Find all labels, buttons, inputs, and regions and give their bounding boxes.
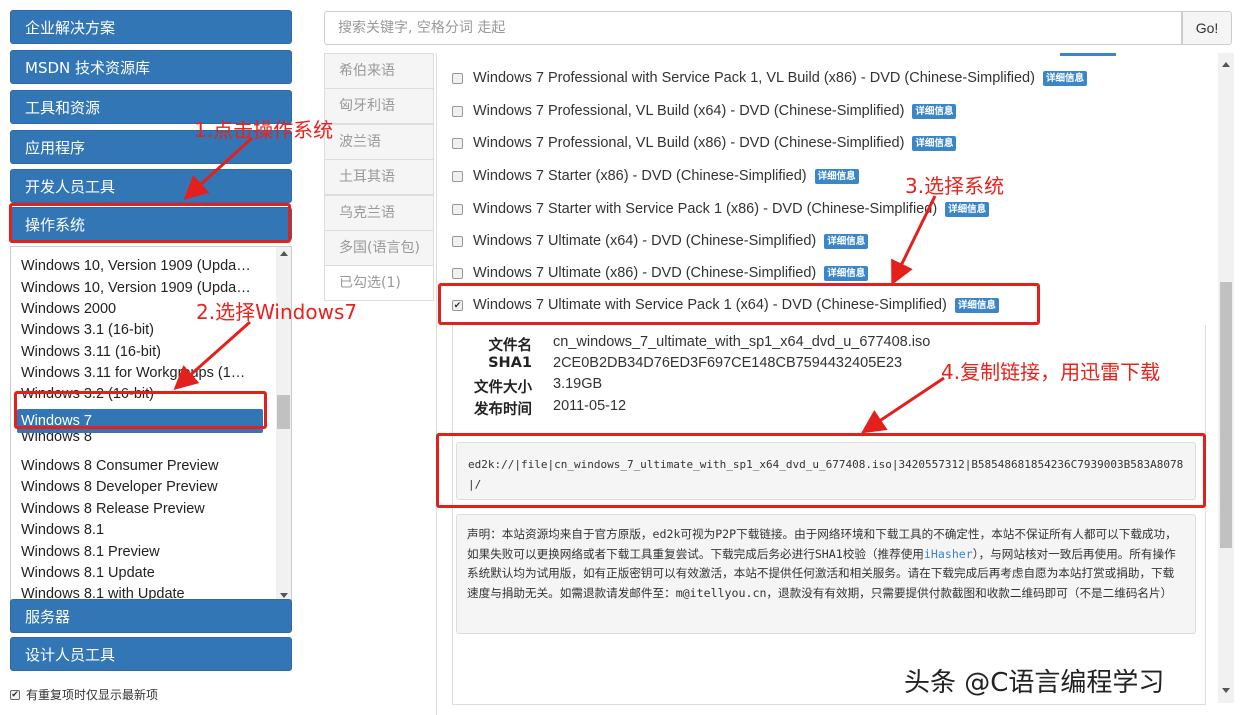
product-checkbox[interactable] — [452, 105, 463, 117]
filesize-value: 3.19GB — [553, 376, 603, 392]
language-item-hebrew[interactable]: 希伯来语 — [324, 53, 434, 89]
language-item-hungarian[interactable]: 匈牙利语 — [324, 88, 434, 124]
os-list-item[interactable]: Windows 3.11 (16-bit) — [21, 342, 277, 363]
search-go-button[interactable]: Go! — [1182, 11, 1232, 45]
product-row[interactable]: Windows 7 Ultimate (x86) - DVD (Chinese-… — [452, 262, 869, 284]
scroll-up-arrow-icon[interactable] — [280, 251, 288, 256]
annotation-step4: 4.复制链接，用迅雷下载 — [941, 360, 1161, 384]
os-list-item[interactable]: Windows 8 — [21, 433, 277, 447]
filename-label: 文件名 — [488, 338, 533, 354]
os-list-item[interactable]: Windows 8.1 — [21, 520, 277, 541]
product-name[interactable]: Windows 7 Starter with Service Pack 1 (x… — [473, 201, 937, 217]
ihasher-link[interactable]: iHasher — [924, 547, 973, 561]
annotation-box-product — [438, 283, 1040, 325]
details-badge[interactable]: 详细信息 — [912, 103, 957, 119]
disclaimer-notice: 声明：本站资源均来自于官方原版，ed2k可视为P2P下载链接。由于网络环境和下载… — [456, 514, 1196, 634]
product-checkbox[interactable] — [452, 203, 463, 215]
sidebar-item-enterprise-solutions[interactable]: 企业解决方案 — [10, 10, 292, 44]
filesize-label: 文件大小 — [474, 380, 532, 396]
product-checkbox[interactable] — [452, 267, 463, 279]
details-badge[interactable]: 详细信息 — [824, 265, 869, 281]
os-list-item[interactable]: Windows 8.1 Update — [21, 563, 277, 584]
os-list-item[interactable]: Windows 10, Version 1909 (Upda… — [21, 256, 277, 277]
sidebar-item-msdn-library[interactable]: MSDN 技术资源库 — [10, 50, 292, 84]
product-row[interactable]: Windows 7 Professional with Service Pack… — [452, 67, 1087, 89]
product-name[interactable]: Windows 7 Ultimate (x86) - DVD (Chinese-… — [473, 265, 816, 281]
show-latest-only-label: 有重复项时仅显示最新项 — [26, 688, 159, 702]
annotation-step3: 3.选择系统 — [905, 174, 1005, 198]
os-list-scroll-thumb[interactable] — [277, 395, 290, 429]
watermark: 头条 @C语言编程学习 — [904, 668, 1165, 698]
product-name[interactable]: Windows 7 Professional, VL Build (x64) -… — [473, 103, 904, 119]
product-row[interactable]: Windows 7 Starter with Service Pack 1 (x… — [452, 198, 990, 220]
os-list-item[interactable]: Windows 8 Release Preview — [21, 499, 277, 520]
product-name[interactable]: Windows 7 Ultimate (x64) - DVD (Chinese-… — [473, 233, 816, 249]
product-list-scroll-thumb[interactable] — [1220, 282, 1232, 548]
annotation-box-os — [9, 203, 291, 243]
product-name[interactable]: Windows 7 Starter (x86) - DVD (Chinese-S… — [473, 168, 807, 184]
language-item-polish[interactable]: 波兰语 — [324, 124, 434, 160]
product-row[interactable]: Windows 7 Starter (x86) - DVD (Chinese-S… — [452, 165, 859, 187]
product-name[interactable]: Windows 7 Professional with Service Pack… — [473, 70, 1035, 86]
details-badge[interactable]: 详细信息 — [912, 135, 957, 151]
details-badge[interactable]: 详细信息 — [814, 168, 859, 184]
os-list-item[interactable]: Windows 8 Consumer Preview — [21, 456, 277, 477]
os-list-item[interactable]: Windows 8.1 Preview — [21, 542, 277, 563]
details-badge[interactable]: 详细信息 — [945, 201, 990, 217]
os-list-item[interactable]: Windows 8 Developer Preview — [21, 477, 277, 498]
sha1-label: SHA1 — [488, 355, 532, 371]
product-row[interactable]: Windows 7 Professional, VL Build (x86) -… — [452, 132, 957, 154]
product-checkbox[interactable] — [452, 235, 463, 247]
annotation-box-ed2k — [436, 433, 1206, 508]
filename-value: cn_windows_7_ultimate_with_sp1_x64_dvd_u… — [553, 334, 931, 350]
language-item-multilanguage[interactable]: 多国(语言包) — [324, 230, 434, 266]
show-latest-only-option[interactable]: ✔ 有重复项时仅显示最新项 — [10, 686, 158, 703]
show-latest-only-checkbox[interactable]: ✔ — [10, 689, 20, 700]
language-item-ukrainian[interactable]: 乌克兰语 — [324, 195, 434, 231]
release-date-value: 2011-05-12 — [553, 398, 627, 414]
release-date-label: 发布时间 — [474, 402, 532, 418]
details-badge[interactable]: 详细信息 — [1042, 70, 1087, 86]
sidebar-item-designer-tools[interactable]: 设计人员工具 — [10, 637, 292, 671]
os-list-item[interactable]: Windows 3.11 for Workgroups (1… — [21, 363, 277, 384]
product-row[interactable]: Windows 7 Professional, VL Build (x64) -… — [452, 100, 957, 122]
scroll-down-arrow-icon[interactable] — [280, 593, 288, 598]
details-badge[interactable]: 详细信息 — [824, 233, 869, 249]
product-row[interactable]: Windows 7 Ultimate (x64) - DVD (Chinese-… — [452, 230, 869, 252]
annotation-box-windows7 — [14, 391, 267, 429]
product-name[interactable]: Windows 7 Professional, VL Build (x86) -… — [473, 135, 904, 151]
scroll-down-arrow-icon[interactable] — [1222, 688, 1230, 693]
sidebar-item-servers[interactable]: 服务器 — [10, 599, 292, 633]
sha1-value: 2CE0B2DB34D76ED3F697CE148CB7594432405E23 — [553, 355, 903, 371]
scroll-up-arrow-icon[interactable] — [1222, 62, 1230, 67]
product-checkbox[interactable] — [452, 137, 463, 149]
search-input[interactable]: 搜索关键字, 空格分词 走起 — [324, 11, 1182, 45]
previous-badge-edge — [1060, 53, 1116, 56]
annotation-step2: 2.选择Windows7 — [196, 300, 358, 324]
sidebar-item-developer-tools[interactable]: 开发人员工具 — [10, 169, 292, 203]
product-checkbox[interactable] — [452, 72, 463, 84]
language-item-turkish[interactable]: 土耳其语 — [324, 159, 434, 195]
annotation-step1: 1.点击操作系统 — [194, 118, 334, 142]
product-checkbox[interactable] — [452, 170, 463, 182]
